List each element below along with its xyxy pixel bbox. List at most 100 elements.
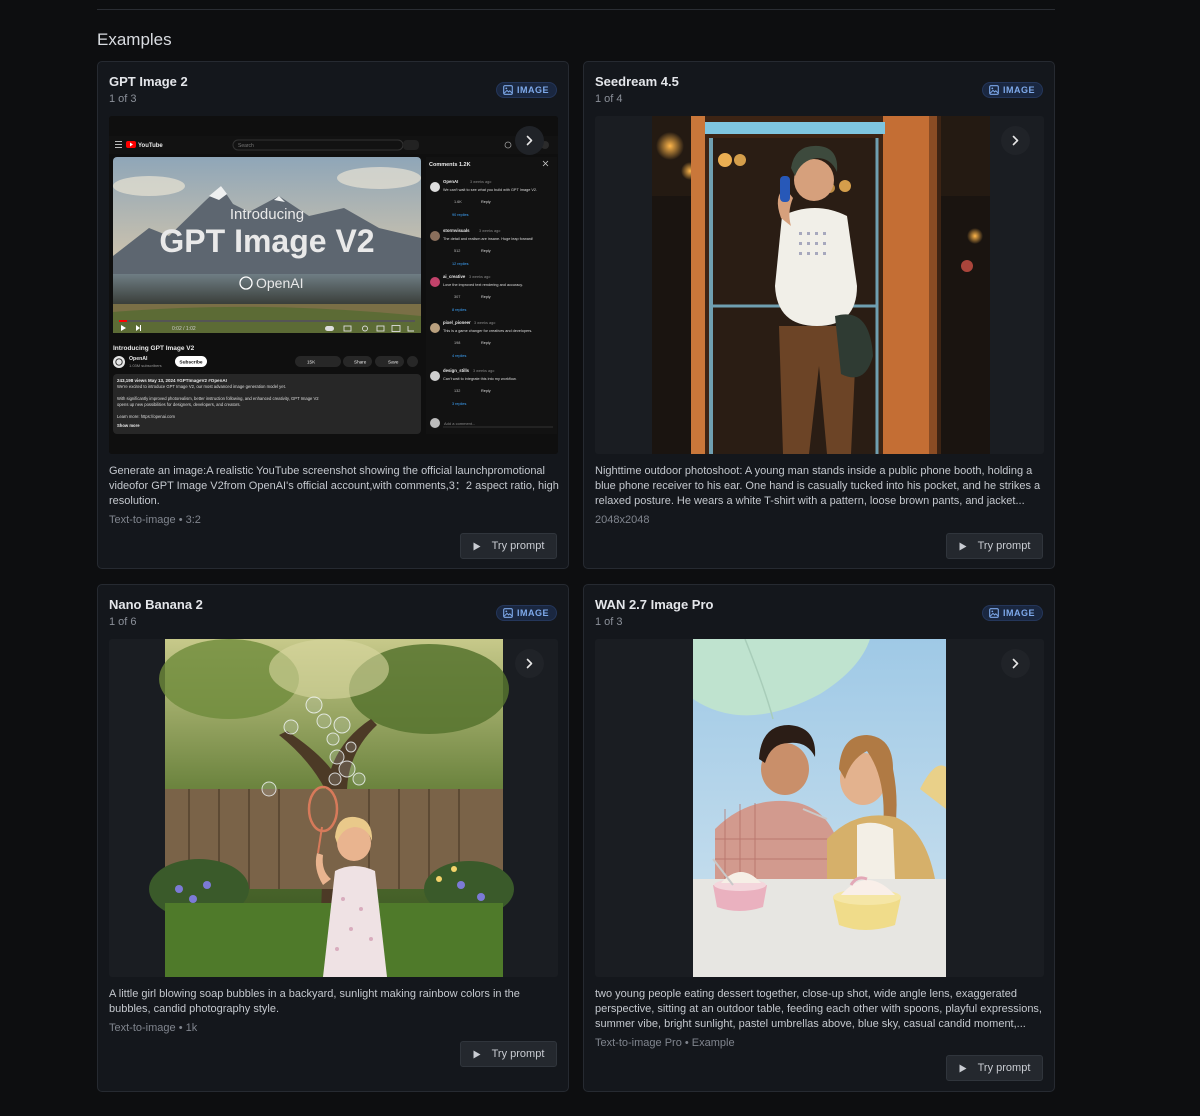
- svg-text:3 weeks ago: 3 weeks ago: [470, 180, 491, 184]
- card-meta: 2048x2048: [595, 514, 650, 526]
- card-counter: 1 of 6: [109, 616, 137, 628]
- svg-text:design_stills: design_stills: [443, 368, 470, 373]
- bubbles-backyard-photo: [149, 639, 514, 977]
- svg-text:3 weeks ago: 3 weeks ago: [474, 321, 495, 325]
- svg-text:3 weeks ago: 3 weeks ago: [479, 229, 500, 233]
- dessert-couple-photo: [693, 639, 946, 977]
- share-text: Share: [354, 360, 367, 365]
- video-views: 243,198 views May 13, 2024 #GPTImageV2 #…: [117, 378, 227, 383]
- card-meta: Text-to-image Pro • Example: [595, 1037, 735, 1049]
- card-prompt: A little girl blowing soap bubbles in a …: [109, 988, 520, 1015]
- save-text: Save: [388, 360, 399, 365]
- image-type-badge: IMAGE: [495, 82, 557, 98]
- example-image[interactable]: YouTube Search Introducing GPT Image V2 …: [109, 116, 558, 454]
- image-type-badge: IMAGE: [981, 605, 1043, 621]
- svg-text:3 weeks ago: 3 weeks ago: [469, 275, 490, 279]
- try-prompt-label: Try prompt: [491, 540, 545, 552]
- example-card-wan-2-7-image-pro: WAN 2.7 Image Pro 1 of 3 IMAGE two young…: [583, 584, 1055, 1092]
- svg-text:12 replies: 12 replies: [452, 262, 469, 266]
- svg-text:We can't wait to see what you: We can't wait to see what you build with…: [443, 188, 537, 192]
- try-prompt-label: Try prompt: [491, 1048, 545, 1060]
- youtube-logo-text: YouTube: [138, 143, 163, 149]
- badge-label: IMAGE: [516, 85, 549, 95]
- card-title: Seedream 4.5: [595, 74, 679, 89]
- try-prompt-button[interactable]: Try prompt: [460, 533, 557, 559]
- video-show-more: Show more: [117, 423, 140, 428]
- next-image-button[interactable]: [1001, 126, 1030, 155]
- next-image-button[interactable]: [515, 649, 544, 678]
- svg-text:ai_creative: ai_creative: [443, 274, 466, 279]
- example-image[interactable]: [595, 116, 1044, 454]
- example-card-nano-banana-2: Nano Banana 2 1 of 6 IMAGE A little girl…: [97, 584, 569, 1092]
- card-counter: 1 of 4: [595, 93, 623, 105]
- svg-text:1.6K: 1.6K: [454, 200, 462, 204]
- try-prompt-label: Try prompt: [977, 1062, 1031, 1074]
- card-counter: 1 of 3: [109, 93, 137, 105]
- chevron-right-icon: [1012, 658, 1019, 669]
- next-image-button[interactable]: [515, 126, 544, 155]
- svg-text:Can't wait to integrate this i: Can't wait to integrate this into my wor…: [443, 377, 517, 381]
- channel-subscribers: 1.03M subscribers: [129, 363, 162, 368]
- svg-text:Reply: Reply: [481, 341, 491, 345]
- chevron-right-icon: [1012, 135, 1019, 146]
- phone-booth-photo: [652, 116, 990, 454]
- example-card-seedream-4-5: Seedream 4.5 1 of 4 IMAGE Nighttime outd…: [583, 61, 1055, 569]
- video-time-text: 0:02 / 1:02: [172, 326, 196, 332]
- video-title-text: GPT Image V2: [159, 223, 374, 259]
- video-desc-1: We're excited to introduce GPT Image V2,…: [117, 384, 286, 389]
- section-divider: [97, 9, 1055, 10]
- image-icon: [989, 85, 999, 95]
- chevron-right-icon: [526, 135, 533, 146]
- svg-text:307: 307: [454, 295, 460, 299]
- svg-text:stormvisuals: stormvisuals: [443, 228, 470, 233]
- svg-text:3 weeks ago: 3 weeks ago: [473, 369, 494, 373]
- play-icon: [959, 1064, 967, 1072]
- card-prompt: Generate an image:A realistic YouTube sc…: [109, 465, 559, 507]
- video-learn-more: Learn more: https://openai.com: [117, 414, 175, 419]
- card-meta: Text-to-image • 3:2: [109, 514, 201, 526]
- svg-text:Reply: Reply: [481, 249, 491, 253]
- example-image[interactable]: [109, 639, 558, 977]
- svg-text:This is a game changer for cre: This is a game changer for creatives and…: [443, 329, 532, 333]
- section-title: Examples: [97, 30, 172, 49]
- svg-text:132: 132: [454, 389, 460, 393]
- card-prompt: Nighttime outdoor photoshoot: A young ma…: [595, 465, 1041, 507]
- svg-text:The detail and realism are ins: The detail and realism are insane. Huge …: [443, 237, 533, 241]
- chevron-right-icon: [526, 658, 533, 669]
- badge-label: IMAGE: [1002, 608, 1035, 618]
- try-prompt-button[interactable]: Try prompt: [460, 1041, 557, 1067]
- example-card-gpt-image-2: GPT Image 2 1 of 3 IMAGE YouTube Search: [97, 61, 569, 569]
- video-desc-2: With significantly improved photorealism…: [117, 396, 319, 401]
- badge-label: IMAGE: [1002, 85, 1035, 95]
- example-image[interactable]: [595, 639, 1044, 977]
- try-prompt-label: Try prompt: [977, 540, 1031, 552]
- svg-text:3 replies: 3 replies: [452, 402, 466, 406]
- try-prompt-button[interactable]: Try prompt: [946, 533, 1043, 559]
- svg-text:Reply: Reply: [481, 200, 491, 204]
- svg-text:90 replies: 90 replies: [452, 213, 469, 217]
- badge-label: IMAGE: [516, 608, 549, 618]
- svg-text:Reply: Reply: [481, 389, 491, 393]
- likes-count: 15K: [307, 360, 316, 365]
- svg-text:8 replies: 8 replies: [452, 308, 466, 312]
- add-comment-text: Add a comment...: [444, 421, 475, 426]
- youtube-search-text: Search: [238, 143, 254, 149]
- subscribe-button-text: Subscribe: [179, 360, 203, 366]
- video-kicker-text: Introducing: [230, 206, 304, 223]
- svg-text:OpenAI: OpenAI: [443, 179, 458, 184]
- card-prompt: two young people eating dessert together…: [595, 988, 1042, 1030]
- card-meta: Text-to-image • 1k: [109, 1022, 198, 1034]
- svg-text:512: 512: [454, 249, 460, 253]
- image-icon: [503, 608, 513, 618]
- svg-text:4 replies: 4 replies: [452, 354, 466, 358]
- channel-name: OpenAI: [129, 356, 148, 362]
- youtube-mock-illustration: YouTube Search Introducing GPT Image V2 …: [109, 116, 558, 454]
- comments-header: Comments 1.2K: [429, 162, 471, 168]
- svg-text:198: 198: [454, 341, 460, 345]
- image-type-badge: IMAGE: [981, 82, 1043, 98]
- try-prompt-button[interactable]: Try prompt: [946, 1055, 1043, 1081]
- next-image-button[interactable]: [1001, 649, 1030, 678]
- play-icon: [959, 542, 967, 550]
- video-title-below: Introducing GPT Image V2: [113, 345, 195, 352]
- image-icon: [503, 85, 513, 95]
